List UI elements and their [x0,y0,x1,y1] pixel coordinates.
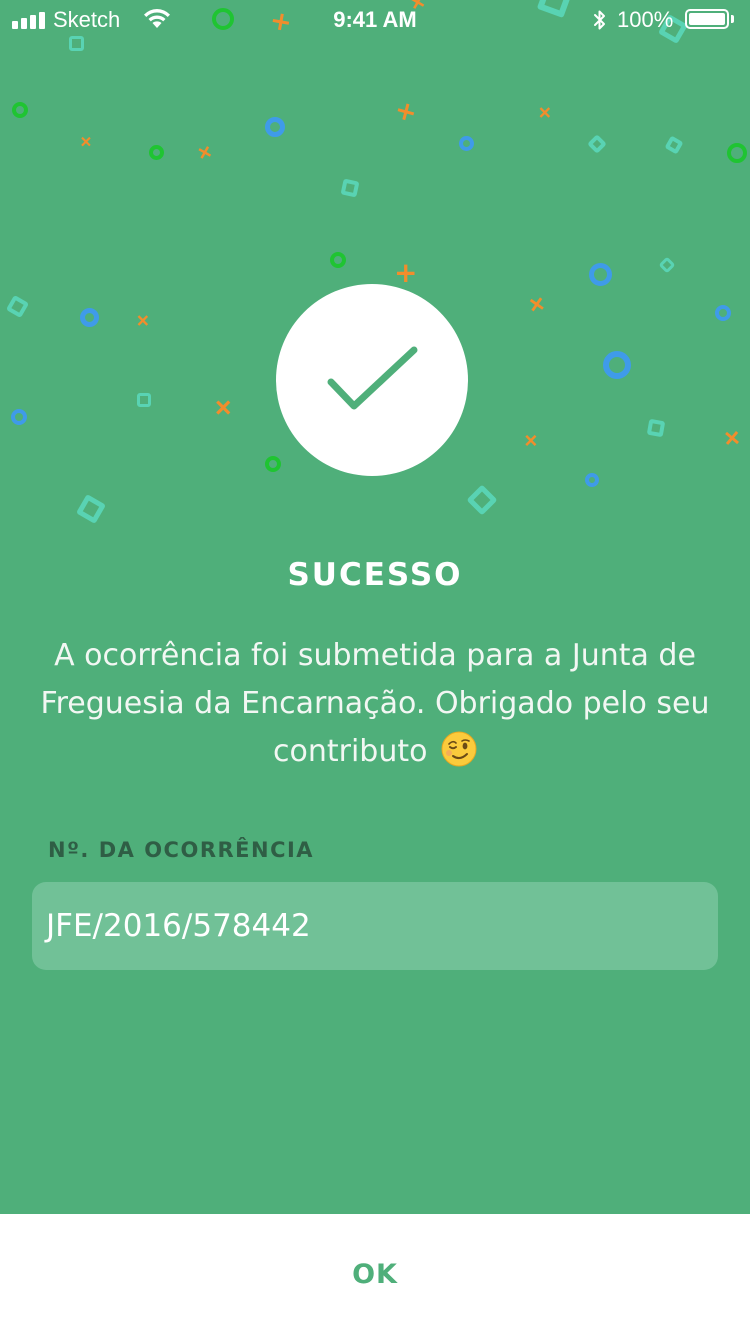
confetti-square [75,493,107,525]
confetti-square [340,178,360,198]
confetti-cross: + [516,425,546,455]
confetti-ring [727,143,747,163]
battery-icon [685,9,729,29]
confetti-cross: + [73,128,99,155]
bluetooth-icon [594,10,605,30]
status-bar: Sketch 9:41 AM 100% [0,0,750,40]
confetti-decoration: + + + + + + + + + + + + [0,0,750,560]
confetti-cross: + [394,256,418,289]
success-message: A ocorrência foi submetida para a Junta … [30,632,720,776]
confetti-cross: + [191,137,219,167]
confetti-cross: + [715,419,750,456]
confetti-ring [603,351,631,379]
confetti-cross: + [204,388,243,427]
confetti-ring [12,102,28,118]
ok-button[interactable]: OK [312,1239,438,1310]
confetti-square [658,256,676,274]
occurrence-number-value: JFE/2016/578442 [46,908,311,944]
confetti-square [5,294,30,319]
confetti-ring [585,473,599,487]
success-screen: + + + + + + + + + + + + Sketch 9:41 AM 1… [0,0,750,1334]
bottom-action-bar: OK [0,1214,750,1334]
confetti-square [137,393,151,407]
confetti-square [466,484,498,516]
confetti-cross: + [128,305,158,335]
success-message-text: A ocorrência foi submetida para a Junta … [40,638,710,769]
wink-emoji-icon [441,731,477,767]
battery-percent: 100% [617,7,674,32]
confetti-ring [715,305,731,321]
confetti-square [646,418,666,438]
confetti-ring [149,145,164,160]
confetti-cross: + [520,286,554,322]
confetti-ring [459,136,474,151]
occurrence-number-field[interactable]: JFE/2016/578442 [32,882,718,970]
confetti-ring [330,252,346,268]
success-check-circle [276,284,468,476]
checkmark-icon [327,346,418,410]
confetti-ring [80,308,99,327]
confetti-ring [589,263,612,286]
confetti-cross: + [391,94,421,130]
confetti-square [587,134,607,154]
confetti-square [664,135,684,155]
battery-tip [731,15,734,23]
confetti-cross: + [530,97,560,127]
confetti-ring [11,409,27,425]
occurrence-number-label: Nº. DA OCORRÊNCIA [48,838,315,862]
success-title: SUCESSO [287,557,463,593]
confetti-ring [265,117,285,137]
